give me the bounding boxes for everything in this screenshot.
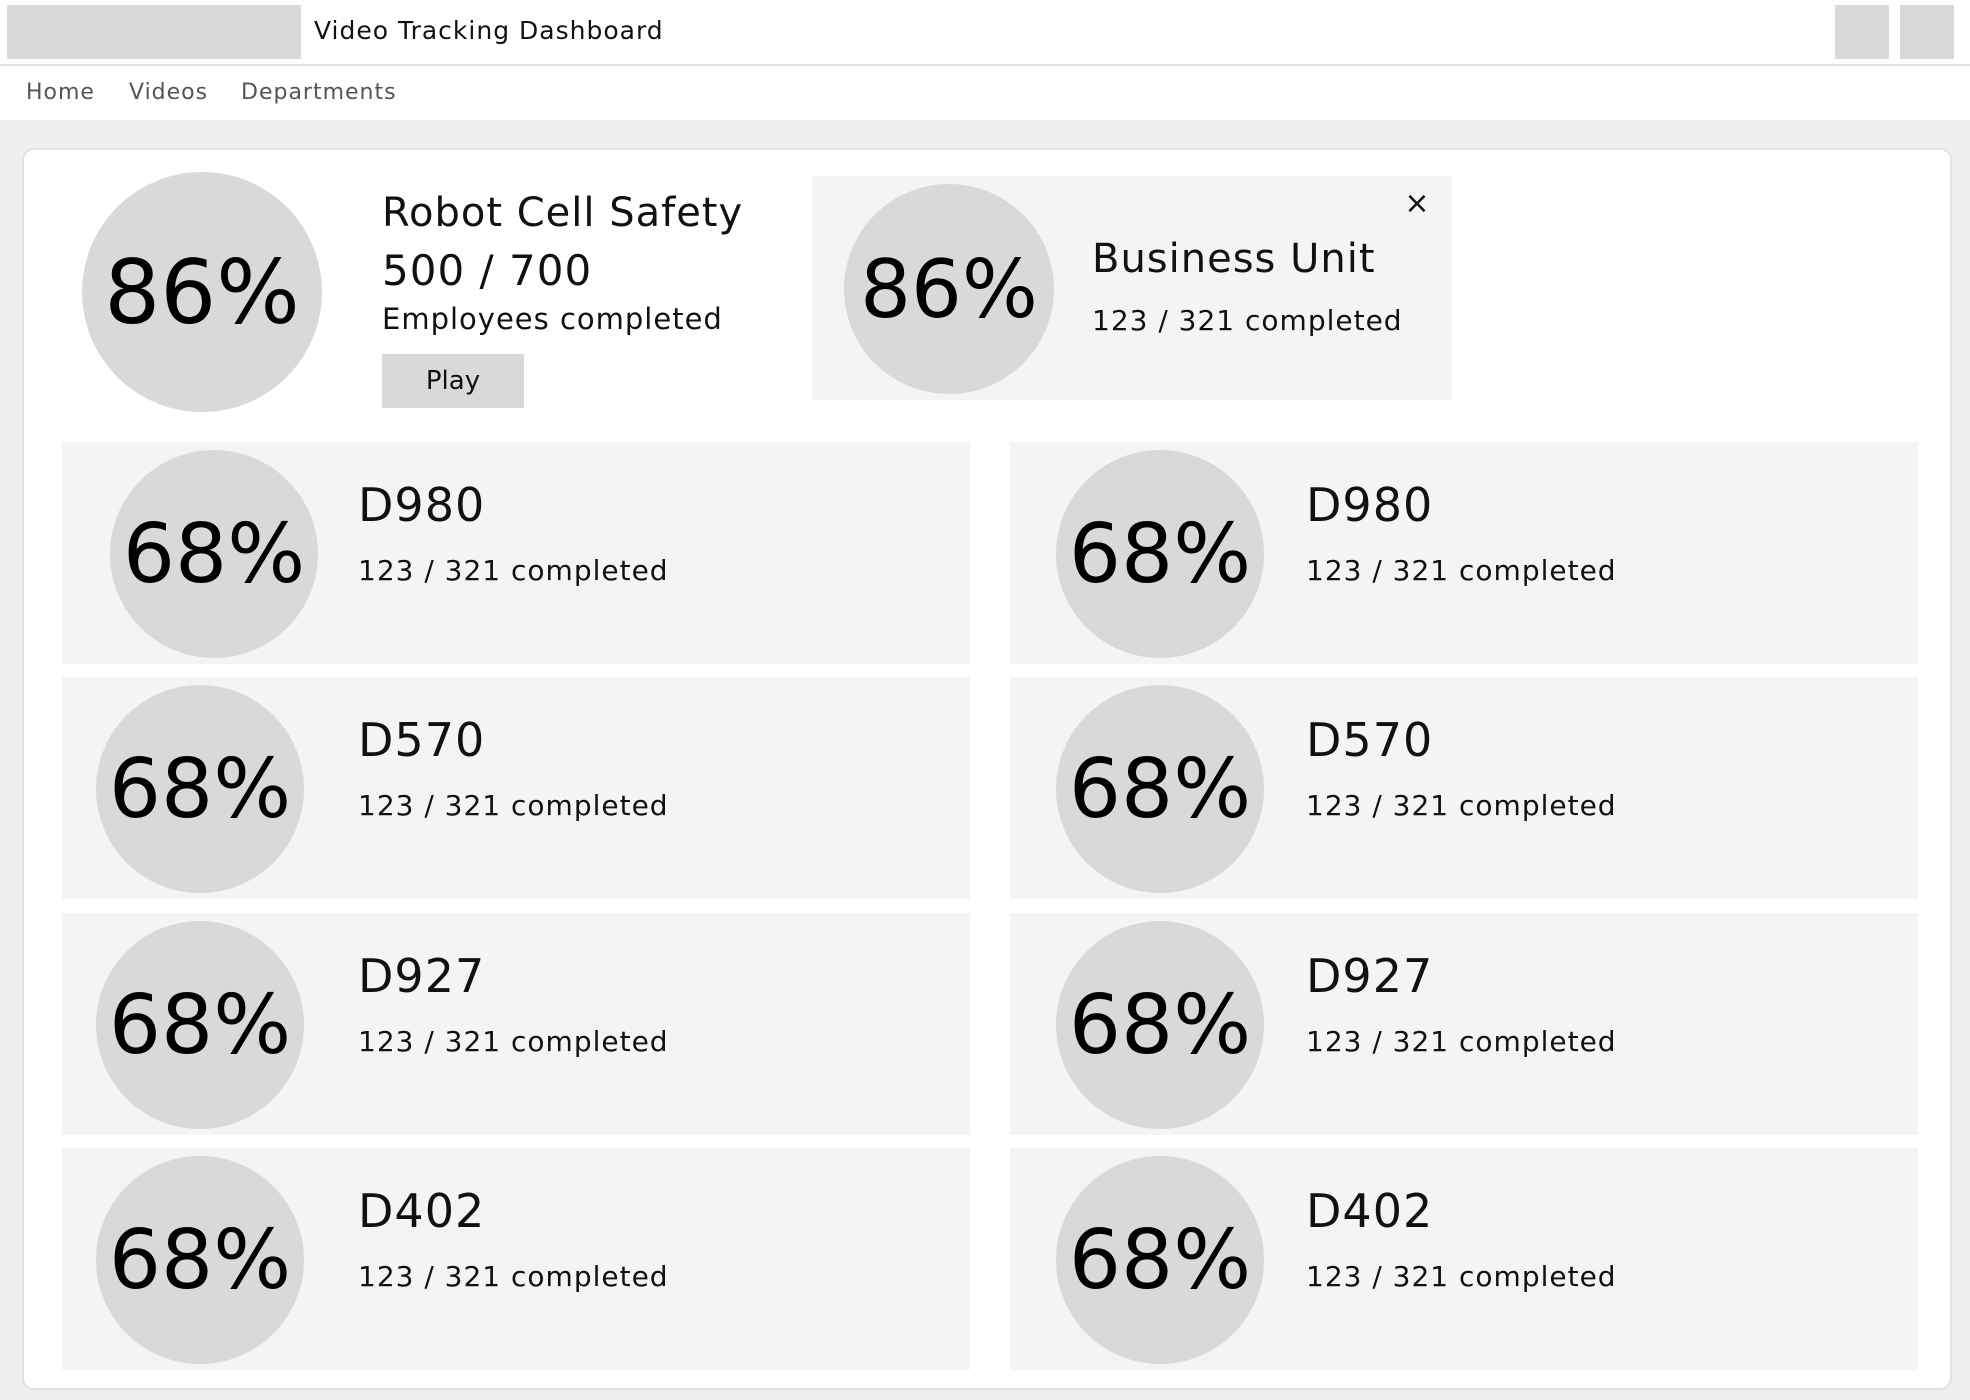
department-progress-circle: 68% (1056, 1156, 1264, 1364)
department-progress-circle: 68% (96, 921, 304, 1129)
department-progress-circle: 68% (1056, 685, 1264, 893)
featured-completion-label: Employees completed (382, 302, 723, 336)
featured-completion-count: 500 / 700 (382, 246, 593, 295)
department-card[interactable]: 68% D980 123 / 321 completed (62, 442, 970, 664)
business-unit-name: Business Unit (1092, 236, 1376, 282)
department-stat: 123 / 321 completed (1306, 1025, 1617, 1058)
department-card[interactable]: 68% D570 123 / 321 completed (1010, 677, 1918, 899)
department-stat: 123 / 321 completed (1306, 789, 1617, 822)
department-card[interactable]: 68% D927 123 / 321 completed (62, 913, 970, 1135)
department-card[interactable]: 68% D402 123 / 321 completed (1010, 1148, 1918, 1370)
department-stat: 123 / 321 completed (358, 1025, 669, 1058)
nav-item-videos[interactable]: Videos (129, 80, 208, 105)
department-stat: 123 / 321 completed (358, 789, 669, 822)
department-stat: 123 / 321 completed (1306, 1260, 1617, 1293)
header-action-button[interactable] (1900, 5, 1954, 59)
top-bar: Video Tracking Dashboard (0, 0, 1970, 66)
play-button[interactable]: Play (382, 354, 524, 408)
department-code: D927 (358, 949, 486, 1003)
department-progress-circle: 68% (1056, 450, 1264, 658)
business-unit-progress-circle: 86% (844, 184, 1054, 394)
department-card[interactable]: 68% D980 123 / 321 completed (1010, 442, 1918, 664)
department-code: D927 (1306, 949, 1434, 1003)
nav-item-departments[interactable]: Departments (241, 80, 397, 105)
department-card[interactable]: 68% D402 123 / 321 completed (62, 1148, 970, 1370)
department-card[interactable]: 68% D927 123 / 321 completed (1010, 913, 1918, 1135)
department-code: D980 (358, 478, 486, 532)
dashboard-panel: 86% Robot Cell Safety 500 / 700 Employee… (22, 148, 1952, 1390)
department-progress-circle: 68% (110, 450, 318, 658)
business-unit-stat: 123 / 321 completed (1092, 304, 1403, 337)
close-icon[interactable]: × (1402, 186, 1432, 221)
featured-video-title: Robot Cell Safety (382, 190, 744, 236)
featured-progress-circle: 86% (82, 172, 322, 412)
logo-placeholder (7, 5, 301, 59)
department-stat: 123 / 321 completed (358, 554, 669, 587)
nav-bar: Home Videos Departments (0, 66, 1970, 120)
app-title: Video Tracking Dashboard (314, 16, 664, 45)
department-code: D570 (1306, 713, 1434, 767)
department-progress-circle: 68% (96, 1156, 304, 1364)
department-progress-circle: 68% (96, 685, 304, 893)
header-action-button[interactable] (1835, 5, 1889, 59)
nav-item-home[interactable]: Home (26, 80, 95, 105)
department-code: D980 (1306, 478, 1434, 532)
department-stat: 123 / 321 completed (1306, 554, 1617, 587)
department-stat: 123 / 321 completed (358, 1260, 669, 1293)
department-code: D402 (358, 1184, 486, 1238)
department-card[interactable]: 68% D570 123 / 321 completed (62, 677, 970, 899)
department-progress-circle: 68% (1056, 921, 1264, 1129)
business-unit-card[interactable]: 86% Business Unit 123 / 321 completed × (812, 176, 1452, 400)
department-code: D402 (1306, 1184, 1434, 1238)
department-code: D570 (358, 713, 486, 767)
